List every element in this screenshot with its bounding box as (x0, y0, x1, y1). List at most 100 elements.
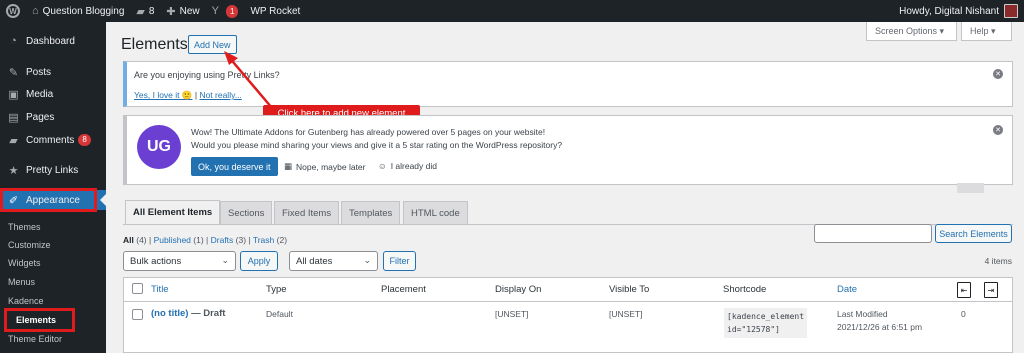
media-icon: ▣ (8, 88, 19, 101)
items-count: 4 items (984, 256, 1012, 266)
chevron-down-icon: ⌄ (363, 255, 371, 265)
column-shortcode: Shortcode (723, 284, 767, 295)
column-placement: Placement (381, 284, 426, 295)
dashboard-icon: ◔ (10, 35, 17, 47)
sidebar-item-dashboard[interactable]: ◔ Dashboard (0, 31, 106, 51)
bulk-actions-value: Bulk actions (130, 255, 182, 267)
nope-maybe-later-link[interactable]: ▦ Nope, maybe later (284, 161, 365, 172)
sidebar-sub-kadence[interactable]: Kadence (0, 293, 106, 309)
sidebar-sub-menus[interactable]: Menus (0, 274, 106, 290)
sidebar-sub-themes[interactable]: Themes (0, 219, 106, 235)
sidebar-item-label: Media (26, 88, 54, 100)
sidebar-item-label: Pretty Links (26, 164, 79, 176)
row-state: — Draft (188, 308, 226, 319)
wordpress-logo-menu[interactable]: W (0, 0, 26, 22)
column-visible-to: Visible To (609, 284, 650, 295)
sidebar-item-posts[interactable]: ✎ Posts (0, 62, 106, 82)
wp-rocket-label: WP Rocket (250, 5, 301, 17)
dates-value: All dates (296, 255, 333, 267)
sidebar-sub-customize[interactable]: Customize (0, 237, 106, 253)
pin-icon: ✎ (8, 66, 19, 79)
export-icon[interactable]: ⇤ (957, 282, 971, 298)
row-type: Default (266, 309, 293, 319)
plus-icon: ✚ (166, 5, 176, 18)
column-date[interactable]: Date (837, 284, 857, 295)
page-title: Elements (121, 36, 188, 53)
highlight-appearance (0, 188, 97, 212)
tab-fixed-items[interactable]: Fixed Items (274, 201, 340, 224)
comments-count: 8 (148, 5, 155, 17)
sidebar-item-media[interactable]: ▣ Media (0, 84, 106, 104)
page-icon: ▤ (8, 111, 19, 124)
already-did-link[interactable]: ☺ I already did (378, 161, 437, 171)
row-count: 0 (961, 309, 966, 319)
star-icon: ★ (8, 164, 19, 177)
row-display-on: [UNSET] (495, 309, 529, 319)
my-account-menu[interactable]: Howdy, Digital Nishant (899, 0, 1018, 22)
sidebar-item-label: Dashboard (26, 35, 75, 47)
filter-button[interactable]: Filter (383, 251, 416, 271)
column-title[interactable]: Title (151, 284, 169, 295)
help-button[interactable]: Help ▾ (961, 22, 1012, 41)
filter-trash-count: (2) (276, 235, 288, 245)
admin-bar: W ⌂ Question Blogging ▰ 8 ✚ New Y1 WP Rocke… (0, 0, 1024, 22)
bulk-actions-select[interactable]: Bulk actions ⌄ (123, 251, 236, 271)
sidebar-item-pages[interactable]: ▤ Pages (0, 107, 106, 127)
row-title: (no title) (151, 308, 189, 319)
active-menu-arrow (100, 194, 106, 206)
avatar (1004, 4, 1018, 18)
select-all-checkbox[interactable] (132, 283, 143, 294)
tab-html-code[interactable]: HTML code (403, 201, 468, 224)
sidebar-sub-theme-editor[interactable]: Theme Editor (0, 331, 106, 347)
sidebar-item-pretty-links[interactable]: ★ Pretty Links (0, 160, 106, 180)
filter-drafts[interactable]: Drafts (211, 235, 234, 245)
apply-button[interactable]: Apply (240, 251, 278, 271)
new-label: New (179, 5, 200, 17)
comments-menu[interactable]: ▰ 8 (130, 0, 160, 22)
row-title-link[interactable]: (no title) — Draft (151, 308, 225, 319)
chevron-down-icon: ⌄ (221, 255, 229, 265)
highlight-elements (4, 308, 75, 332)
admin-sidebar: ◔ Dashboard ✎ Posts ▣ Media ▤ Pages ▰ Comment… (0, 22, 106, 353)
search-elements-button[interactable]: Search Elements (935, 224, 1012, 243)
smile-icon: ☺ (378, 161, 387, 171)
yoast-badge: 1 (226, 4, 239, 18)
new-content-menu[interactable]: ✚ New (160, 0, 205, 22)
status-filters: All (4) | Published (1) | Drafts (3) | T… (123, 235, 288, 245)
yoast-menu[interactable]: Y1 (206, 0, 245, 22)
row-visible-to: [UNSET] (609, 309, 643, 319)
dismiss-icon[interactable]: ✕ (993, 125, 1003, 135)
sidebar-item-comments[interactable]: ▰ Comments 8 (0, 130, 106, 150)
row-checkbox[interactable] (132, 309, 143, 320)
row-shortcode: [kadence_element id="12578"] (724, 308, 808, 338)
callout-arrow-icon (224, 51, 273, 109)
screen-options-button[interactable]: Screen Options ▾ (866, 22, 957, 41)
shortcode-line-1: [kadence_element (727, 312, 805, 321)
wp-rocket-menu[interactable]: WP Rocket (244, 0, 306, 22)
sidebar-item-label: Pages (26, 111, 55, 123)
yoast-icon: Y (211, 5, 219, 17)
yes-love-it-link[interactable]: Yes, I love it 🙂 (134, 90, 192, 100)
dates-select[interactable]: All dates ⌄ (289, 251, 378, 271)
dismiss-icon[interactable]: ✕ (993, 69, 1003, 79)
filter-trash[interactable]: Trash (253, 235, 274, 245)
elements-table: Title Type Placement Display On Visible … (123, 277, 1013, 353)
sidebar-item-label: Comments (26, 134, 75, 146)
row-date: Last Modified 2021/12/26 at 6:51 pm (837, 309, 922, 332)
import-icon[interactable]: ⇥ (984, 282, 998, 298)
site-name-menu[interactable]: ⌂ Question Blogging (26, 0, 130, 22)
tab-all-element-items[interactable]: All Element Items (125, 200, 221, 224)
comment-icon: ▰ (136, 5, 145, 18)
ultimate-addons-notice: UG Wow! The Ultimate Addons for Gutenber… (123, 115, 1013, 185)
filter-published[interactable]: Published (154, 235, 191, 245)
filter-all[interactable]: All (123, 235, 134, 245)
search-input[interactable] (814, 224, 932, 243)
separator: | (194, 90, 198, 100)
header-divider (124, 301, 1012, 302)
date-label: Last Modified (837, 309, 888, 319)
ok-deserve-it-button[interactable]: Ok, you deserve it (191, 157, 278, 176)
tab-templates[interactable]: Templates (341, 201, 401, 224)
sidebar-sub-widgets[interactable]: Widgets (0, 255, 106, 271)
sidebar-item-label: Posts (26, 66, 52, 78)
tab-sections[interactable]: Sections (220, 201, 273, 224)
